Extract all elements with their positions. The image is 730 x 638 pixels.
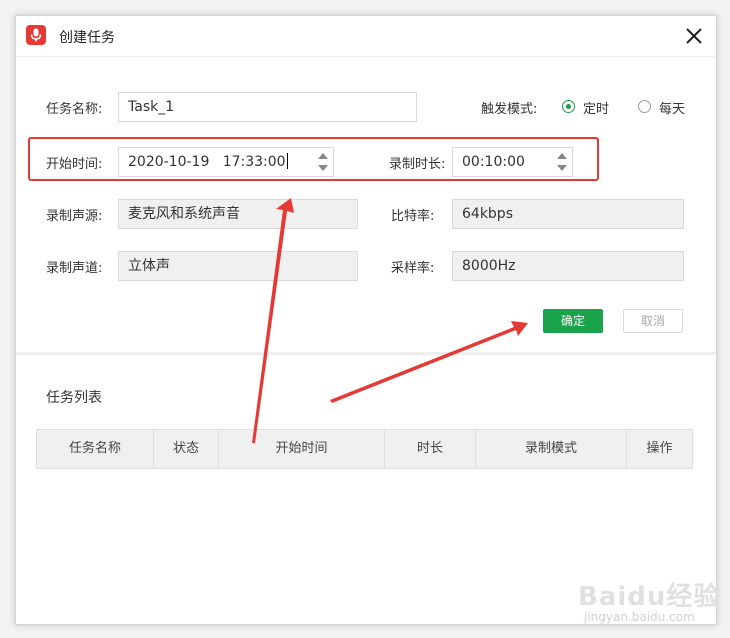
trigger-option-daily-label: 每天 bbox=[659, 102, 686, 117]
column-header-task-name[interactable]: 任务名称 bbox=[37, 430, 154, 468]
column-header-actions[interactable]: 操作 bbox=[627, 430, 692, 468]
bitrate-field[interactable]: 64kbps bbox=[452, 199, 684, 229]
start-time-label: 开始时间: bbox=[46, 157, 103, 172]
channel-value: 立体声 bbox=[128, 258, 170, 274]
column-header-duration[interactable]: 时长 bbox=[385, 430, 476, 468]
audio-source-field[interactable]: 麦克风和系统声音 bbox=[118, 199, 358, 229]
column-header-record-mode[interactable]: 录制模式 bbox=[476, 430, 627, 468]
spin-down-icon[interactable] bbox=[557, 165, 567, 171]
trigger-option-scheduled-label: 定时 bbox=[583, 102, 610, 117]
channel-field[interactable]: 立体声 bbox=[118, 251, 358, 281]
task-list-title: 任务列表 bbox=[46, 390, 102, 406]
task-name-input[interactable]: Task_1 bbox=[118, 92, 417, 122]
duration-label: 录制时长: bbox=[389, 157, 446, 172]
title-divider bbox=[16, 56, 716, 57]
duration-value: 00:10:00 bbox=[462, 154, 525, 170]
watermark-main-text: Baidu经验 bbox=[578, 582, 721, 612]
start-time-spinner bbox=[316, 150, 330, 174]
task-table-header: 任务名称 状态 开始时间 时长 录制模式 操作 bbox=[36, 429, 693, 469]
cancel-button[interactable]: 取消 bbox=[623, 309, 683, 333]
text-caret bbox=[286, 153, 288, 169]
sample-rate-value: 8000Hz bbox=[462, 258, 516, 274]
sample-rate-field[interactable]: 8000Hz bbox=[452, 251, 684, 281]
dialog-title: 创建任务 bbox=[59, 30, 115, 46]
spin-up-icon[interactable] bbox=[318, 153, 328, 159]
spin-up-icon[interactable] bbox=[557, 153, 567, 159]
microphone-icon bbox=[26, 25, 46, 45]
trigger-mode-label: 触发模式: bbox=[481, 102, 538, 117]
ok-button[interactable]: 确定 bbox=[543, 309, 603, 333]
duration-spinner bbox=[555, 150, 569, 174]
bitrate-label: 比特率: bbox=[391, 209, 435, 224]
sample-rate-label: 采样率: bbox=[391, 261, 435, 276]
duration-input[interactable]: 00:10:00 bbox=[452, 147, 573, 177]
start-time-input[interactable]: 2020-10-19 17:33:00 bbox=[118, 147, 334, 177]
baidu-watermark: Baidu经验 jingyan.baidu.com bbox=[578, 572, 719, 632]
start-time-value: 2020-10-19 17:33:00 bbox=[128, 154, 286, 170]
radio-unchecked-icon bbox=[638, 100, 651, 113]
create-task-dialog: 创建任务 任务名称: Task_1 触发模式: 定时 每天 开始时间: 2020… bbox=[15, 15, 719, 625]
audio-source-label: 录制声源: bbox=[46, 209, 103, 224]
spin-down-icon[interactable] bbox=[318, 165, 328, 171]
bitrate-value: 64kbps bbox=[462, 206, 513, 222]
column-header-start-time[interactable]: 开始时间 bbox=[219, 430, 385, 468]
close-icon[interactable] bbox=[680, 22, 708, 50]
radio-checked-icon bbox=[562, 100, 575, 113]
section-divider bbox=[16, 352, 716, 355]
channel-label: 录制声道: bbox=[46, 261, 103, 276]
task-name-label: 任务名称: bbox=[46, 102, 103, 117]
column-header-status[interactable]: 状态 bbox=[154, 430, 219, 468]
title-bar: 创建任务 bbox=[16, 16, 716, 56]
audio-source-value: 麦克风和系统声音 bbox=[128, 206, 240, 222]
watermark-sub-text: jingyan.baidu.com bbox=[584, 610, 695, 624]
task-name-value: Task_1 bbox=[128, 99, 175, 115]
